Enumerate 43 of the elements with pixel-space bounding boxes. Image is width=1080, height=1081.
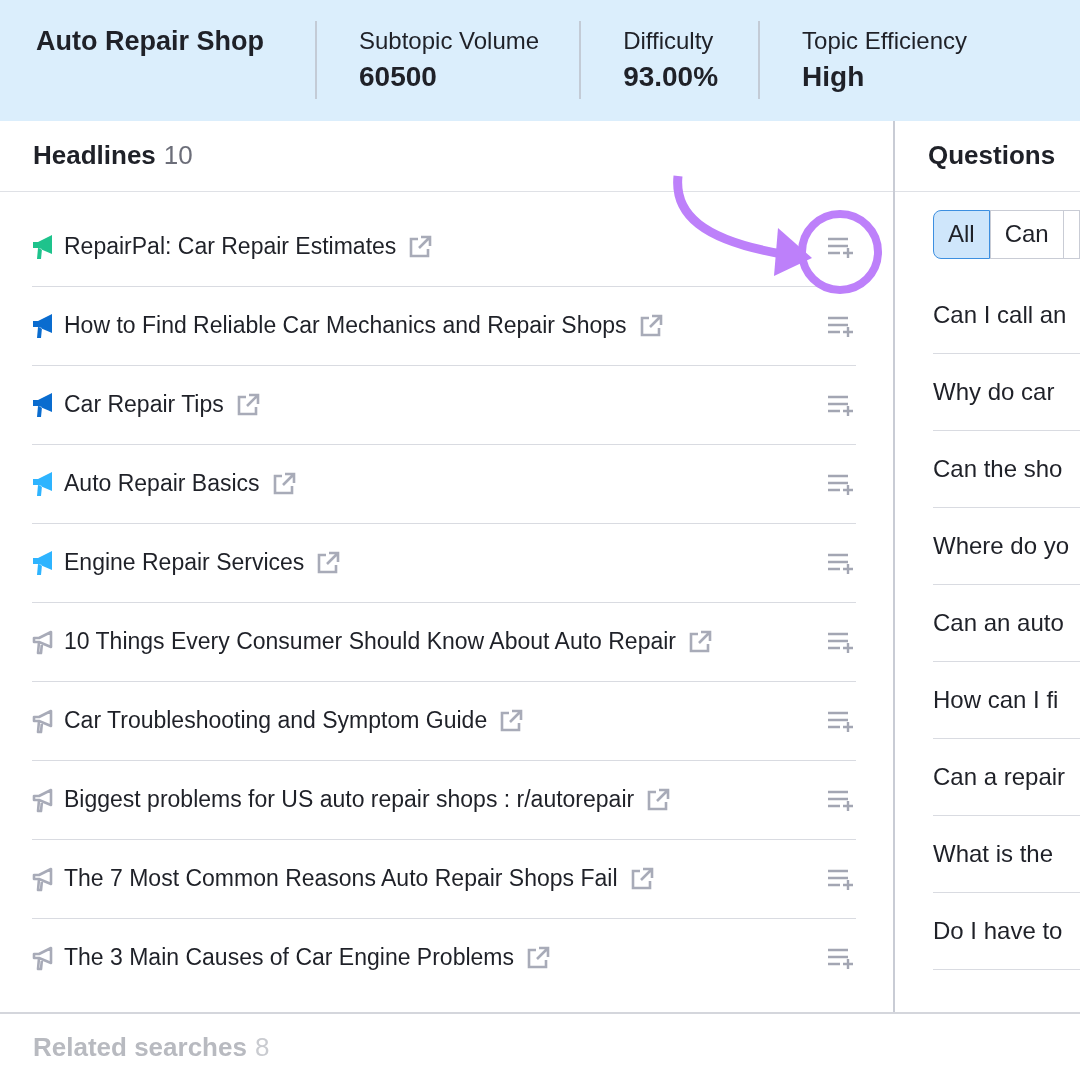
external-link-icon[interactable] [271, 471, 296, 496]
filter-tab[interactable]: Can [989, 209, 1064, 259]
question-row[interactable]: Can a repair [933, 738, 1080, 816]
external-link-icon[interactable] [499, 708, 524, 733]
external-link-icon[interactable] [408, 234, 433, 259]
headline-link[interactable]: Biggest problems for US auto repair shops : r/autorepair [64, 786, 635, 814]
headline-link[interactable]: Car Troubleshooting and Symptom Guide [64, 707, 488, 735]
question-row[interactable]: Can I call an [933, 276, 1080, 354]
panel-count: 10 [163, 140, 193, 172]
headline-link[interactable]: Auto Repair Basics [64, 470, 260, 498]
question-row[interactable]: Can the sho [933, 430, 1080, 508]
headline-link[interactable]: How to Find Reliable Car Mechanics and Repair Shops [64, 312, 627, 340]
filter-tab[interactable] [1063, 209, 1080, 259]
external-link-icon[interactable] [638, 313, 663, 338]
headline-link[interactable]: RepairPal: Car Repair Estimates [64, 233, 397, 261]
external-link-icon[interactable] [646, 787, 671, 812]
external-link-icon[interactable] [526, 945, 550, 970]
topic-title: Auto Repair Shop [36, 26, 265, 57]
headline-link[interactable]: Car Repair Tips [64, 391, 224, 419]
headline-link[interactable]: The 3 Main Causes of Car Engine Problems [64, 944, 514, 972]
panel-title: Questions [928, 140, 1056, 172]
metric-label: Topic Efficiency [802, 27, 968, 56]
metric-value: 60500 [359, 61, 438, 94]
panel-title: Headlines [33, 140, 156, 172]
headline-link[interactable]: The 7 Most Common Reasons Auto Repair Shops Fail [64, 865, 618, 893]
metric-value: 93.00% [623, 61, 719, 94]
external-link-icon[interactable] [235, 392, 260, 417]
question-row[interactable]: How can I fi [933, 661, 1080, 739]
filter-tab[interactable]: All [933, 209, 990, 259]
headline-link[interactable]: 10 Things Every Consumer Should Know About Auto Repair [64, 628, 676, 656]
question-row[interactable]: Do I have to [933, 892, 1080, 970]
question-row[interactable]: Why do car [933, 353, 1080, 431]
metric-value: High [802, 61, 866, 94]
external-link-icon[interactable] [316, 550, 341, 575]
question-row[interactable]: What is the [933, 815, 1080, 893]
question-row[interactable]: Can an auto [933, 584, 1080, 662]
external-link-icon[interactable] [629, 866, 654, 891]
section-title: Related searches [33, 1032, 247, 1062]
question-row[interactable]: Where do yo [933, 507, 1080, 585]
headline-link[interactable]: Engine Repair Services [64, 549, 305, 577]
metric-label: Subtopic Volume [359, 27, 540, 56]
external-link-icon[interactable] [688, 629, 712, 654]
metric-label: Difficulty [623, 27, 715, 56]
